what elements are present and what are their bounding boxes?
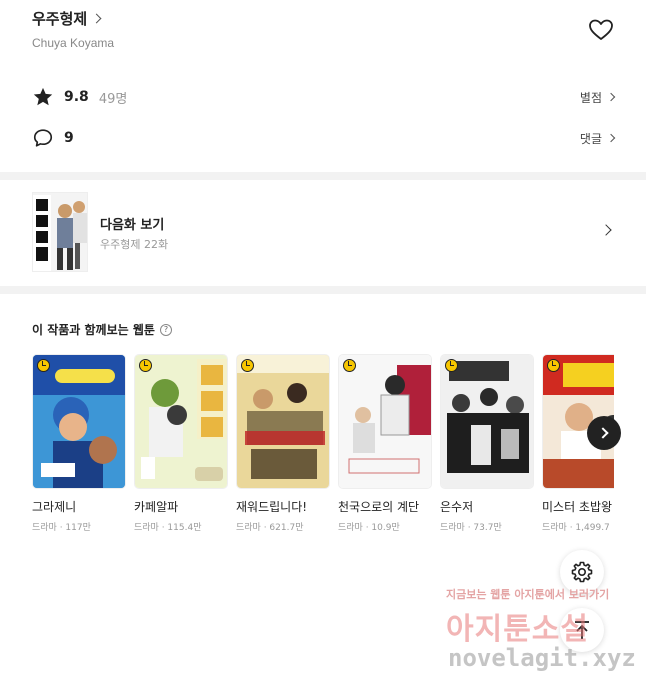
recommendation-cover [338,354,432,489]
recommendations-title: 이 작품과 함께보는 웹툰 [32,323,155,337]
speech-bubble-icon [33,129,53,147]
recommendation-title: 재워드립니다! [236,500,308,514]
webtoon-header: 우주형제 Chuya Koyama 9.8 49명 별점 9 댓글 [0,0,646,172]
clock-badge-icon [547,359,560,372]
cover-art-image [33,355,125,488]
recommendation-cover [32,354,126,489]
section-divider [0,286,646,294]
star-icon [33,87,53,106]
recommendation-carousel: 그라제니 드라마 · 117만 카페알파 드라마 · 115.4만 재워드립니다… [32,354,614,544]
carousel-next-button[interactable] [587,416,621,450]
cover-art-image [339,355,431,488]
settings-button[interactable] [560,550,604,594]
cover-art-image [441,355,533,488]
favorite-button[interactable] [588,18,614,42]
recommendation-meta: 드라마 · 1,499.7 [542,523,610,533]
recommendation-title: 은수저 [440,500,474,514]
chevron-right-icon [596,427,609,439]
recommendation-card[interactable]: 그라제니 드라마 · 117만 [32,354,126,533]
title-link[interactable]: 우주형제 [32,8,102,29]
comments-button[interactable]: 댓글 [579,130,616,147]
chevron-right-icon [91,13,102,24]
recommendations-heading: 이 작품과 함께보는 웹툰 ? [32,321,172,338]
recommendation-card[interactable]: 천국으로의 계단 드라마 · 10.9만 [338,354,432,533]
recommendation-meta: 드라마 · 115.4만 [134,523,202,533]
clock-badge-icon [37,359,50,372]
recommendation-cover [236,354,330,489]
section-divider [0,172,646,180]
author-name: Chuya Koyama [32,36,115,50]
rate-button[interactable]: 별점 [579,89,616,106]
recommendation-meta: 드라마 · 117만 [32,523,91,533]
comments-row: 9 댓글 [32,127,616,149]
rate-label: 별점 [579,90,602,105]
webtoon-title[interactable]: 우주형제 [32,8,87,29]
rating-score: 9.8 [64,89,89,105]
clock-badge-icon [445,359,458,372]
recommendation-cover [440,354,534,489]
rating-row: 9.8 49명 별점 [32,86,616,108]
recommendation-card[interactable]: 카페알파 드라마 · 115.4만 [134,354,228,533]
watermark-url: novelagit.xyz [448,644,636,672]
arrow-up-icon [575,621,589,639]
next-episode-thumbnail [32,192,88,272]
recommendation-title: 천국으로의 계단 [338,500,420,514]
next-episode-label: 다음화 보기 [100,218,165,233]
comments-count: 9 [64,130,74,146]
recommendation-cover [134,354,228,489]
recommendation-title: 카페알파 [134,500,179,514]
chevron-right-icon [606,133,616,143]
next-episode-row[interactable]: 다음화 보기 우주형제 22화 [0,180,646,286]
cover-art-image [135,355,227,488]
cover-art-image [237,355,329,488]
clock-badge-icon [241,359,254,372]
recommendation-card[interactable]: 은수저 드라마 · 73.7만 [440,354,534,533]
question-circle-icon[interactable]: ? [159,323,172,336]
clock-badge-icon [343,359,356,372]
chevron-right-icon [600,224,612,236]
recommendation-meta: 드라마 · 73.7만 [440,523,502,533]
heart-icon [589,19,613,40]
chevron-right-icon [606,92,616,102]
recommendation-title: 미스터 초밥왕 [542,500,613,514]
scroll-top-button[interactable] [560,608,604,652]
gear-icon [571,561,593,583]
recommendation-meta: 드라마 · 621.7만 [236,523,304,533]
rating-count: 49명 [98,91,128,107]
recommendation-title: 그라제니 [32,500,77,514]
recommendation-meta: 드라마 · 10.9만 [338,523,400,533]
comments-label: 댓글 [579,131,602,146]
recommendation-card[interactable]: 재워드립니다! 드라마 · 621.7만 [236,354,330,533]
recommendations-section: 이 작품과 함께보는 웹툰 ? 그라제니 드라마 · 117만 카페알파 드라마… [0,294,646,577]
clock-badge-icon [139,359,152,372]
next-episode-subtitle: 우주형제 22화 [100,238,169,251]
cover-art-image [33,193,87,271]
